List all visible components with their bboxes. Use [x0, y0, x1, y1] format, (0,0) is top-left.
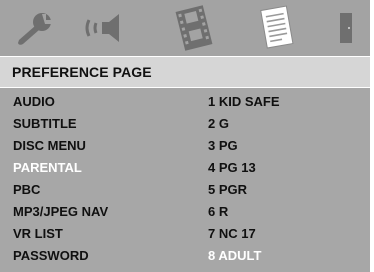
option-pg-13[interactable]: 4 PG 13	[208, 160, 256, 175]
menu-item-audio[interactable]: AUDIO	[13, 94, 55, 109]
option-nc-17[interactable]: 7 NC 17	[208, 226, 256, 241]
option-pg[interactable]: 3 PG	[208, 138, 238, 153]
page-title-bar: PREFERENCE PAGE	[0, 57, 370, 87]
option-pgr[interactable]: 5 PGR	[208, 182, 247, 197]
film-icon	[175, 5, 213, 51]
menu-row[interactable]: PASSWORD 8 ADULT	[0, 248, 370, 268]
menu-item-disc-menu[interactable]: DISC MENU	[13, 138, 86, 153]
menu-item-subtitle[interactable]: SUBTITLE	[13, 116, 77, 131]
menu-row[interactable]: AUDIO 1 KID SAFE	[0, 94, 370, 114]
setup-tab-bar	[0, 0, 370, 56]
tab-video-setup[interactable]	[166, 0, 222, 56]
option-kid-safe[interactable]: 1 KID SAFE	[208, 94, 280, 109]
setup-menu-panel: PREFERENCE PAGE AUDIO 1 KID SAFE SUBTITL…	[0, 0, 374, 272]
menu-row[interactable]: PBC 5 PGR	[0, 182, 370, 202]
wrench-icon	[18, 13, 51, 45]
tab-preference[interactable]	[249, 0, 305, 56]
menu-row[interactable]: DISC MENU 3 PG	[0, 138, 370, 158]
tab-general-setup[interactable]	[10, 0, 60, 56]
option-g[interactable]: 2 G	[208, 116, 229, 131]
speaker-icon	[85, 14, 119, 42]
door-icon	[340, 13, 352, 43]
option-adult[interactable]: 8 ADULT	[208, 248, 261, 263]
menu-item-vr-list[interactable]: VR LIST	[13, 226, 63, 241]
option-r[interactable]: 6 R	[208, 204, 228, 219]
menu-item-password[interactable]: PASSWORD	[13, 248, 89, 263]
menu-item-mp3-jpeg-nav[interactable]: MP3/JPEG NAV	[13, 204, 108, 219]
page-title: PREFERENCE PAGE	[12, 64, 152, 80]
menu-item-parental[interactable]: PARENTAL	[13, 160, 82, 175]
menu-item-pbc[interactable]: PBC	[13, 182, 40, 197]
menu-row[interactable]: SUBTITLE 2 G	[0, 116, 370, 136]
tab-exit[interactable]	[326, 0, 366, 56]
menu-row[interactable]: VR LIST 7 NC 17	[0, 226, 370, 246]
preference-menu: AUDIO 1 KID SAFE SUBTITLE 2 G DISC MENU …	[0, 88, 370, 272]
tab-audio-setup[interactable]	[80, 0, 136, 56]
menu-row[interactable]: PARENTAL 4 PG 13	[0, 160, 370, 180]
document-icon	[260, 5, 294, 49]
menu-row[interactable]: MP3/JPEG NAV 6 R	[0, 204, 370, 224]
